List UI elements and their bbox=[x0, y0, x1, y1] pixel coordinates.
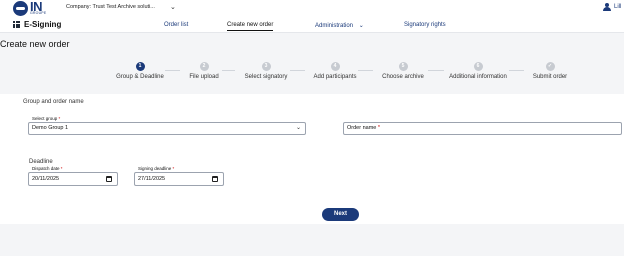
signing-deadline-label-text: Signing deadline bbox=[138, 166, 172, 171]
user-menu[interactable]: Lill bbox=[603, 3, 621, 11]
dispatch-date-value: 20/11/2025 bbox=[32, 176, 60, 182]
section-title: Group and order name bbox=[23, 99, 84, 105]
chevron-down-icon: ⌄ bbox=[358, 23, 364, 29]
step-label: Submit order bbox=[532, 74, 568, 80]
company-selector[interactable]: Company: Trust Test Archive soluti... bbox=[66, 4, 155, 10]
select-group-value: Demo Group 1 bbox=[32, 125, 69, 131]
nav-administration-label: Administration bbox=[315, 23, 354, 29]
step-number: 6 bbox=[473, 62, 483, 71]
company-logo[interactable]: IN GROUPE bbox=[13, 0, 53, 16]
nav-order-list[interactable]: Order list bbox=[164, 22, 188, 28]
nav-bar: E-Signing Order list Create new order Ad… bbox=[0, 18, 624, 33]
select-group-dropdown[interactable] bbox=[28, 122, 306, 135]
required-mark: * bbox=[377, 125, 381, 131]
step-number: 3 bbox=[261, 62, 271, 71]
deadline-title: Deadline bbox=[29, 159, 53, 165]
signing-deadline-label: Signing deadline * bbox=[137, 166, 176, 171]
calendar-icon[interactable] bbox=[106, 176, 112, 182]
order-name-label-text: Order name bbox=[347, 125, 377, 131]
chevron-down-icon[interactable]: ⌄ bbox=[296, 124, 301, 131]
step-number: 1 bbox=[135, 62, 145, 71]
select-group-label: Select group * bbox=[31, 116, 62, 121]
dispatch-date-label: Dispatch date * bbox=[31, 166, 64, 171]
app-grid-icon[interactable] bbox=[13, 21, 20, 28]
logo-mark-icon bbox=[13, 1, 28, 16]
nav-create-new-order[interactable]: Create new order bbox=[227, 22, 274, 31]
step-submit-order[interactable]: ✓ Submit order bbox=[505, 62, 595, 80]
app-name: E-Signing bbox=[24, 20, 62, 29]
select-group-label-text: Select group bbox=[32, 116, 58, 121]
step-number: 4 bbox=[330, 62, 340, 71]
required-mark: * bbox=[58, 116, 61, 121]
step-number: 5 bbox=[398, 62, 408, 71]
dispatch-date-label-text: Dispatch date bbox=[32, 166, 60, 171]
next-button[interactable]: Next bbox=[322, 208, 359, 221]
required-mark: * bbox=[60, 166, 63, 171]
logo-subtext: GROUPE bbox=[30, 11, 47, 15]
chevron-down-icon[interactable]: ⌄ bbox=[170, 3, 176, 11]
nav-signatory-rights[interactable]: Signatory rights bbox=[404, 22, 446, 28]
check-icon: ✓ bbox=[545, 62, 555, 71]
top-bar: IN GROUPE Company: Trust Test Archive so… bbox=[0, 0, 624, 18]
nav-administration[interactable]: Administration ⌄ bbox=[315, 22, 364, 29]
step-number: 2 bbox=[199, 62, 209, 71]
user-icon bbox=[603, 3, 612, 11]
required-mark: * bbox=[172, 166, 175, 171]
form-card bbox=[0, 94, 624, 224]
calendar-icon[interactable] bbox=[212, 176, 218, 182]
stepper: 1 Group & Deadline 2 File upload 3 Selec… bbox=[0, 60, 624, 84]
order-name-placeholder: Order name * bbox=[347, 125, 380, 131]
order-name-input[interactable] bbox=[343, 122, 622, 135]
page-title: Create new order bbox=[0, 39, 70, 49]
signing-deadline-value: 27/11/2025 bbox=[138, 176, 166, 182]
user-name: Lill bbox=[614, 4, 622, 10]
